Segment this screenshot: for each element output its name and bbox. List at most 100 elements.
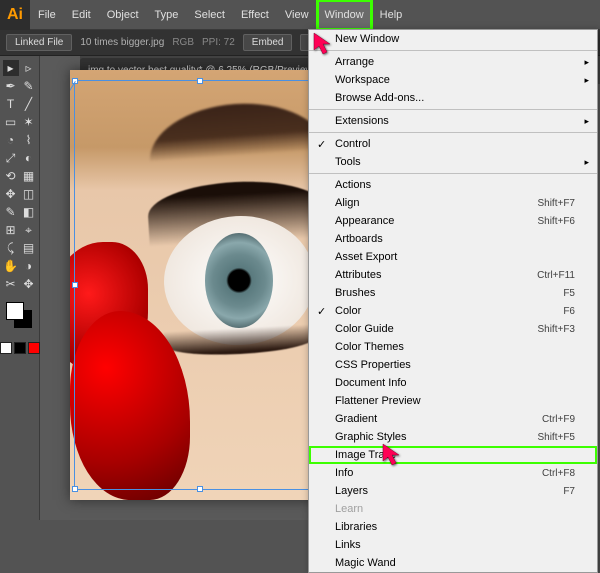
menu-item-color-themes[interactable]: Color Themes — [309, 338, 597, 356]
swatch[interactable] — [28, 342, 40, 354]
canvas[interactable] — [70, 70, 330, 500]
color-mode-label: RGB — [172, 37, 194, 48]
handle-top[interactable] — [197, 78, 203, 84]
menu-item-links[interactable]: Links — [309, 536, 597, 554]
shortcut-label: Shift+F7 — [537, 198, 575, 209]
menu-item-artboards[interactable]: Artboards — [309, 230, 597, 248]
menu-item-label: Align — [335, 197, 359, 209]
menu-item-label: Asset Export — [335, 251, 397, 263]
menu-item-extensions[interactable]: Extensions — [309, 112, 597, 130]
tool-icon[interactable]: ⤹ — [3, 240, 19, 256]
tool-icon[interactable]: ╱ — [21, 96, 37, 112]
menu-item-control[interactable]: ✓ Control — [309, 135, 597, 153]
menu-type[interactable]: Type — [147, 0, 187, 30]
tool-icon[interactable]: ⟲ — [3, 168, 19, 184]
menu-item-label: Links — [335, 539, 361, 551]
menu-item-label: Gradient — [335, 413, 377, 425]
tool-icon[interactable]: ◐ — [21, 150, 37, 166]
check-icon: ✓ — [317, 305, 326, 318]
menu-item-document-info[interactable]: Document Info — [309, 374, 597, 392]
menu-item-flattener-preview[interactable]: Flattener Preview — [309, 392, 597, 410]
menu-view[interactable]: View — [277, 0, 317, 30]
menu-item-asset-export[interactable]: Asset Export — [309, 248, 597, 266]
menu-item-label: Image Trace — [335, 449, 396, 461]
menu-item-appearance[interactable]: AppearanceShift+F6 — [309, 212, 597, 230]
shortcut-label: Shift+F5 — [537, 432, 575, 443]
handle-bottom[interactable] — [197, 486, 203, 492]
tool-icon[interactable]: ✎ — [21, 78, 37, 94]
menu-edit[interactable]: Edit — [64, 0, 99, 30]
tool-icon[interactable]: ▭ — [3, 114, 19, 130]
tool-icon[interactable]: ▤ — [21, 240, 37, 256]
menu-window[interactable]: Window — [317, 0, 372, 30]
menu-item-brushes[interactable]: BrushesF5 — [309, 284, 597, 302]
menu-item-graphic-styles[interactable]: Graphic StylesShift+F5 — [309, 428, 597, 446]
handle-bottom-left[interactable] — [72, 486, 78, 492]
menu-item-label: Control — [335, 138, 370, 150]
tool-icon[interactable]: ▹ — [21, 60, 37, 76]
check-icon: ✓ — [317, 138, 326, 151]
window-menu-dropdown: New Window ArrangeWorkspace Browse Add-ons… — [308, 29, 598, 573]
menu-item-align[interactable]: Align Shift+F7 — [309, 194, 597, 212]
ppi-label: PPI: 72 — [202, 37, 235, 48]
selection-bounds[interactable] — [74, 80, 326, 490]
menu-item-attributes[interactable]: AttributesCtrl+F11 — [309, 266, 597, 284]
tool-icon[interactable]: ◔ — [3, 132, 19, 148]
menu-item-magic-wand[interactable]: Magic Wand — [309, 554, 597, 572]
menu-object[interactable]: Object — [99, 0, 147, 30]
menu-item-label: Browse Add-ons... — [335, 92, 424, 104]
tool-icon[interactable]: ⌇ — [21, 132, 37, 148]
menu-item-color[interactable]: ✓ColorF6 — [309, 302, 597, 320]
menu-help[interactable]: Help — [372, 0, 411, 30]
menu-item-workspace[interactable]: Workspace — [309, 71, 597, 89]
menu-item-image-trace[interactable]: Image Trace — [309, 446, 597, 464]
swatch[interactable] — [0, 342, 12, 354]
shortcut-label: F6 — [563, 306, 575, 317]
tool-icon[interactable]: ◧ — [21, 204, 37, 220]
menu-item-label: Extensions — [335, 115, 389, 127]
swatch[interactable] — [14, 342, 26, 354]
linked-file-label[interactable]: Linked File — [6, 34, 72, 51]
tool-icon[interactable]: ✂ — [3, 276, 19, 292]
menu-item-new-window[interactable]: New Window — [309, 30, 597, 48]
menu-file[interactable]: File — [30, 0, 64, 30]
menu-item-label: Layers — [335, 485, 368, 497]
fill-swatch[interactable] — [6, 302, 24, 320]
menu-item-gradient[interactable]: GradientCtrl+F9 — [309, 410, 597, 428]
tool-icon[interactable]: ✶ — [21, 114, 37, 130]
tool-icon[interactable]: ▸ — [3, 60, 19, 76]
menu-select[interactable]: Select — [186, 0, 233, 30]
shortcut-label: F7 — [563, 486, 575, 497]
menu-item-css-properties[interactable]: CSS Properties — [309, 356, 597, 374]
menu-item-info[interactable]: InfoCtrl+F8 — [309, 464, 597, 482]
menu-item-actions[interactable]: Actions — [309, 176, 597, 194]
embed-button[interactable]: Embed — [243, 34, 293, 51]
tool-icon[interactable]: ✒ — [3, 78, 19, 94]
fill-stroke-swatches[interactable] — [6, 302, 34, 330]
tool-icon[interactable]: ▦ — [21, 168, 37, 184]
menu-item-tools[interactable]: Tools — [309, 153, 597, 171]
menu-item-label: New Window — [335, 33, 399, 45]
tool-icon[interactable]: ✥ — [3, 186, 19, 202]
menu-effect[interactable]: Effect — [233, 0, 277, 30]
menu-item-color-guide[interactable]: Color GuideShift+F3 — [309, 320, 597, 338]
tool-icon[interactable]: ⤢ — [3, 150, 19, 166]
tool-icon[interactable]: ✥ — [21, 276, 37, 292]
menubar: Ai FileEditObjectTypeSelectEffectViewWin… — [0, 0, 600, 30]
tool-icon[interactable]: ⊞ — [3, 222, 19, 238]
handle-left[interactable] — [72, 282, 78, 288]
menu-item-libraries[interactable]: Libraries — [309, 518, 597, 536]
tool-icon[interactable]: ✋ — [3, 258, 19, 274]
tool-icon[interactable]: ◫ — [21, 186, 37, 202]
menu-item-label: Magic Wand — [335, 557, 396, 569]
mini-swatches — [0, 342, 40, 354]
menu-item-browse-add-ons[interactable]: Browse Add-ons... — [309, 89, 597, 107]
tool-icon[interactable]: ⌖ — [21, 222, 37, 238]
menu-separator — [309, 132, 597, 133]
menu-item-layers[interactable]: Layers F7 — [309, 482, 597, 500]
tool-icon[interactable]: T — [3, 96, 19, 112]
tool-icon[interactable]: ◑ — [21, 258, 37, 274]
tool-icon[interactable]: ✎ — [3, 204, 19, 220]
menu-item-arrange[interactable]: Arrange — [309, 53, 597, 71]
shortcut-label: Shift+F6 — [537, 216, 575, 227]
